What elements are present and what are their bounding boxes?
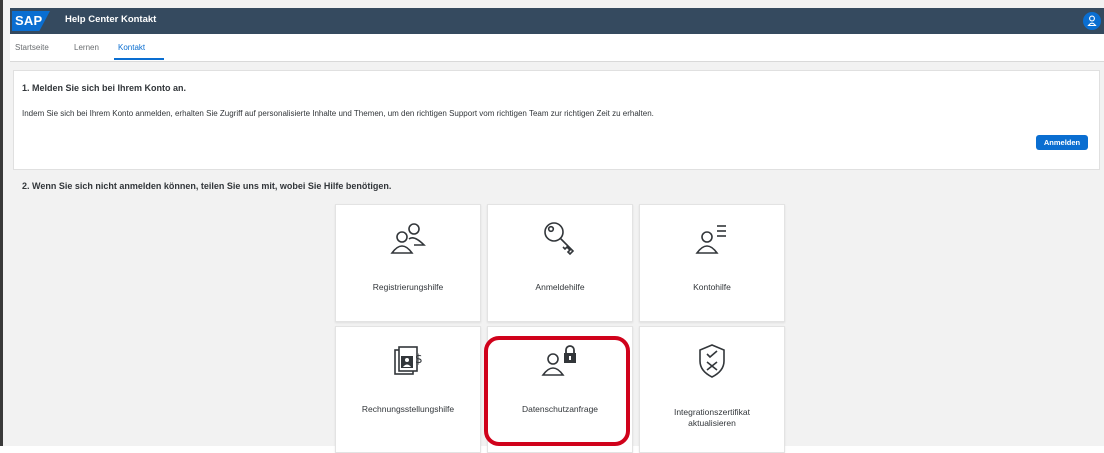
tile-rechnungsstellungshilfe[interactable]: $ Rechnungsstellungshilfe (335, 326, 481, 453)
tile-registrierungshilfe[interactable]: Registrierungshilfe (335, 204, 481, 322)
shell-bar: SAP Help Center Kontakt (10, 8, 1104, 34)
tile-label: Registrierungshilfe (372, 282, 444, 292)
active-tab-indicator (114, 58, 164, 60)
tab-lernen[interactable]: Lernen (74, 43, 99, 52)
shield-x-icon (692, 341, 732, 381)
sap-logo[interactable]: SAP (12, 11, 50, 31)
login-heading: 1. Melden Sie sich bei Ihrem Konto an. (22, 83, 187, 93)
tab-bar: Startseite Lernen Kontakt (10, 34, 1104, 62)
tab-kontakt[interactable]: Kontakt (118, 43, 145, 52)
key-icon (540, 219, 580, 259)
tile-anmeldehilfe[interactable]: Anmeldehilfe (487, 204, 633, 322)
tile-label: Datenschutzanfrage (521, 404, 599, 414)
tile-datenschutzanfrage[interactable]: Datenschutzanfrage (487, 326, 633, 453)
help-heading: 2. Wenn Sie sich nicht anmelden können, … (22, 181, 392, 191)
tile-label: Anmeldehilfe (535, 282, 585, 292)
tab-startseite[interactable]: Startseite (15, 43, 49, 52)
login-description: Indem Sie sich bei Ihrem Konto anmelden,… (22, 109, 654, 118)
tile-label: Rechnungsstellungshilfe (361, 404, 455, 414)
window-edge (0, 0, 3, 446)
login-button[interactable]: Anmelden (1036, 135, 1088, 150)
logo-text: SAP (15, 13, 43, 28)
users-group-icon (388, 219, 428, 259)
svg-text:$: $ (415, 352, 423, 366)
tile-kontohilfe[interactable]: Kontohilfe (639, 204, 785, 322)
login-section: 1. Melden Sie sich bei Ihrem Konto an. I… (13, 70, 1100, 170)
user-list-icon (692, 219, 732, 259)
user-avatar-icon[interactable] (1083, 12, 1101, 30)
tile-label: Integrationszertifikat aktualisieren (673, 407, 751, 428)
tile-label: Kontohilfe (693, 282, 731, 292)
billing-document-icon: $ (388, 341, 428, 381)
app-title: Help Center Kontakt (65, 14, 157, 25)
tile-integrationszertifikat[interactable]: Integrationszertifikat aktualisieren (639, 326, 785, 453)
user-lock-icon (540, 341, 580, 381)
